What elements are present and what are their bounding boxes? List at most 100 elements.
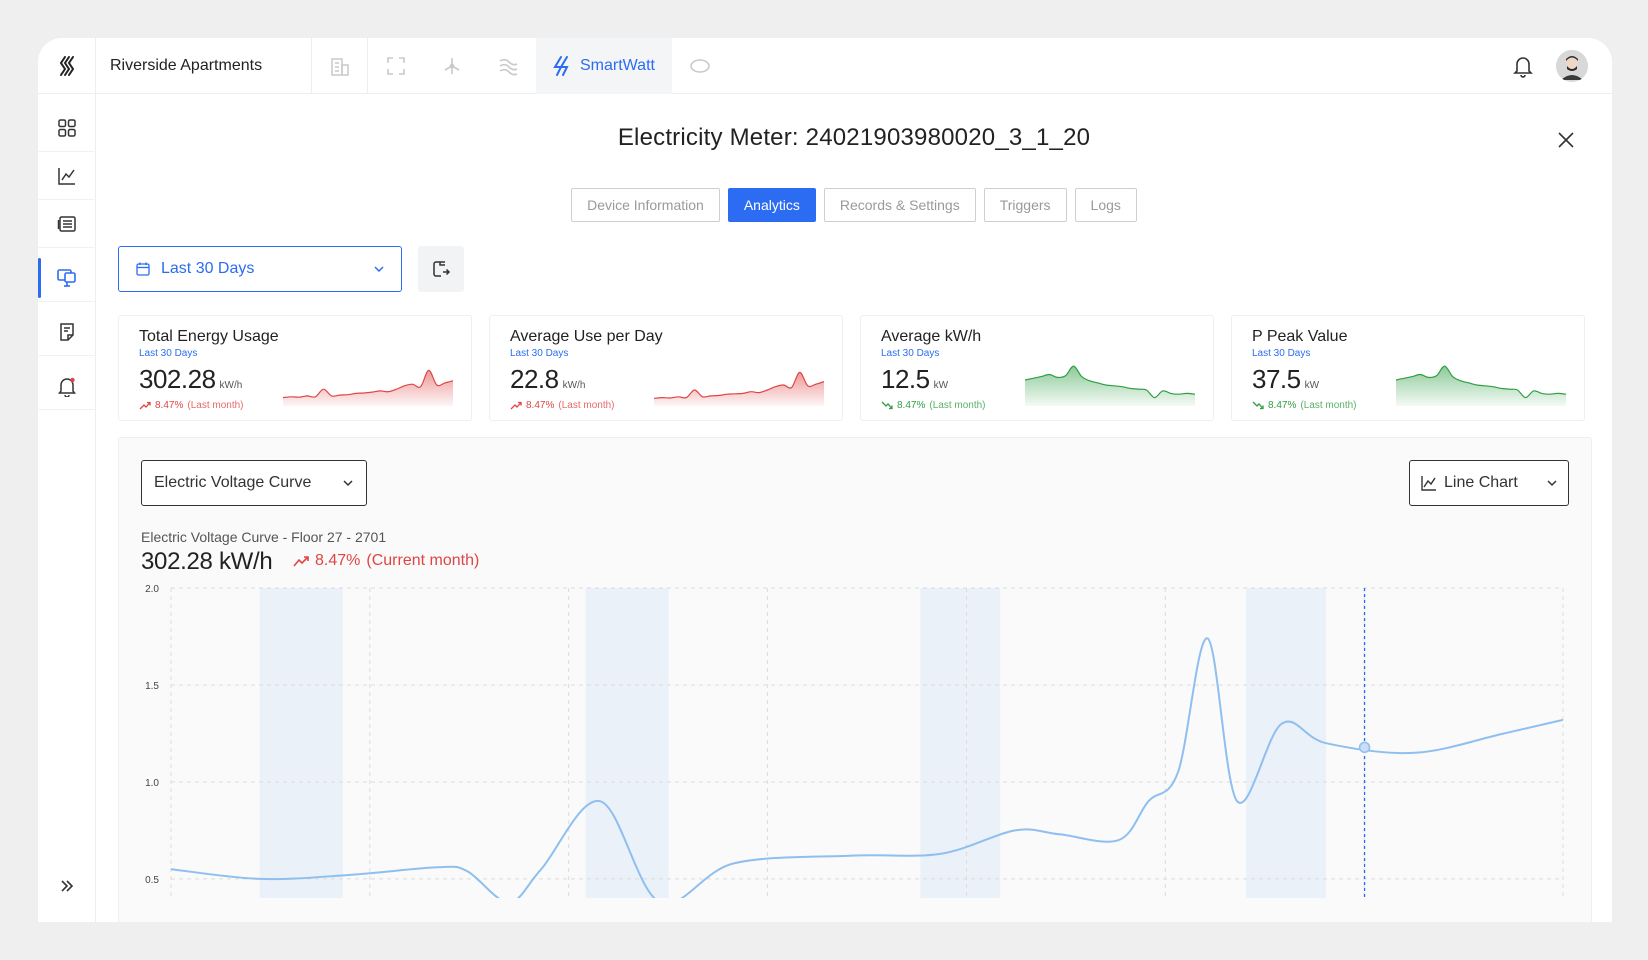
y-tick-label: 0.5: [145, 875, 159, 886]
kpi-title: Average Use per Day: [510, 328, 663, 345]
building-icon: [330, 57, 349, 76]
smartwatt-icon: [553, 55, 569, 76]
fullscreen-icon: [387, 56, 405, 75]
sidebar-item-monitor[interactable]: [38, 254, 96, 302]
highlight-band: [585, 588, 669, 898]
date-range-label: Last 30 Days: [161, 260, 255, 277]
kpi-change: 8.47% (Last month): [1252, 400, 1357, 411]
trend-up-icon: [510, 401, 522, 410]
top-right-actions: [1512, 49, 1612, 82]
main-content: Electricity Meter: 24021903980020_3_1_20…: [96, 94, 1612, 922]
note-icon: [60, 322, 74, 341]
kpi-change: 8.47% (Last month): [881, 400, 986, 411]
sidebar-item-alerts[interactable]: [38, 362, 96, 410]
double-chevron-right-icon: [61, 880, 74, 892]
fan-icon: [444, 57, 460, 74]
kpi-unit: kW: [1304, 380, 1320, 391]
sparkline-area: [654, 372, 824, 406]
kpi-subtitle: Last 30 Days: [510, 348, 569, 359]
kpi-value: 302.28 kW/h: [139, 364, 243, 394]
trend-up-icon: [139, 401, 151, 410]
kpi-value: 12.5 kW: [881, 364, 949, 394]
top-bar: Riverside Apartments SmartWatt: [38, 38, 1612, 94]
modal-tabs: Device Information Analytics Records & S…: [96, 188, 1612, 222]
sidebar-item-notes[interactable]: [38, 308, 96, 356]
calendar-icon: [136, 262, 150, 276]
tab-analytics[interactable]: Analytics: [727, 188, 816, 222]
sidebar-expand-button[interactable]: [38, 870, 96, 902]
kpi-card-average-use: Average Use per Day Last 30 Days 22.8 kW/…: [489, 315, 843, 421]
kpi-unit: kW/h: [562, 380, 586, 391]
chart-label: Electric Voltage Curve - Floor 27 - 2701: [141, 529, 387, 545]
tab-records-settings[interactable]: Records & Settings: [823, 188, 976, 222]
kpi-change: 8.47% (Last month): [510, 400, 615, 411]
sidebar-item-list[interactable]: [38, 200, 96, 248]
chart-panel: Electric Voltage Curve Line Chart Electr…: [118, 437, 1592, 922]
sidebar-item-dashboard[interactable]: [38, 104, 96, 152]
y-tick-label: 1.5: [145, 681, 159, 692]
project-name[interactable]: Riverside Apartments: [96, 38, 312, 94]
avatar-face-icon: [1556, 49, 1588, 82]
chart-value: 302.28 kW/h: [141, 548, 273, 575]
analytics-chart-icon: [58, 167, 75, 185]
close-icon: [1558, 132, 1574, 148]
kpi-title: P Peak Value: [1252, 328, 1348, 345]
app-ring[interactable]: [672, 38, 728, 94]
tab-device-information[interactable]: Device Information: [571, 188, 720, 222]
wind-icon: [499, 58, 518, 75]
hover-marker-point: [1358, 741, 1371, 754]
kpi-card-average-kwh: Average kW/h Last 30 Days 12.5 kW 8.47% (L…: [860, 315, 1214, 421]
highlight-band: [259, 588, 343, 898]
app-building[interactable]: [312, 38, 368, 94]
trend-up-icon: [293, 556, 309, 567]
kpi-title: Total Energy Usage: [139, 328, 279, 345]
kpi-value: 37.5 kW: [1252, 364, 1320, 394]
logo-icon: [59, 55, 74, 76]
alert-bell-icon: [58, 377, 76, 397]
dashboard-icon: [58, 118, 76, 137]
user-avatar[interactable]: [1556, 49, 1588, 82]
export-icon: [433, 261, 451, 277]
tab-logs[interactable]: Logs: [1074, 188, 1137, 222]
tab-triggers[interactable]: Triggers: [983, 188, 1067, 222]
app-tab-smartwatt[interactable]: SmartWatt: [536, 38, 672, 94]
app-wind[interactable]: [480, 38, 536, 94]
list-icon: [57, 215, 76, 232]
app-fan[interactable]: [424, 38, 480, 94]
kpi-sparkline: [1396, 365, 1566, 406]
trend-down-icon: [881, 401, 893, 410]
app-window: Riverside Apartments SmartWatt Electrici…: [38, 38, 1612, 922]
page-title: Electricity Meter: 24021903980020_3_1_20: [617, 124, 1091, 151]
kpi-card-peak-value: P Peak Value Last 30 Days 37.5 kW 8.47% (L…: [1231, 315, 1585, 421]
chart-type-select[interactable]: Line Chart: [1409, 460, 1569, 506]
sidebar: [38, 94, 96, 922]
app-logo[interactable]: [38, 38, 96, 94]
notification-bell-icon[interactable]: [1512, 54, 1534, 78]
kpi-sparkline: [654, 371, 824, 406]
export-button[interactable]: [418, 246, 464, 292]
sidebar-item-analytics[interactable]: [38, 152, 96, 200]
ring-icon: [690, 58, 710, 73]
kpi-sparkline: [283, 369, 453, 406]
kpi-value: 22.8 kW/h: [510, 364, 586, 394]
voltage-line-chart[interactable]: 2.0 1.5 1.0 0.5: [119, 578, 1591, 898]
kpi-subtitle: Last 30 Days: [1252, 348, 1311, 359]
chevron-down-icon: [1547, 480, 1557, 487]
kpi-subtitle: Last 30 Days: [139, 348, 198, 359]
line-chart-icon: [1421, 476, 1436, 491]
chevron-down-icon: [343, 480, 353, 487]
curve-type-label: Electric Voltage Curve: [154, 474, 312, 491]
highlight-band: [1246, 588, 1327, 898]
voltage-series-line: [170, 637, 1564, 898]
y-tick-label: 2.0: [145, 584, 159, 595]
close-button[interactable]: [1554, 128, 1578, 152]
date-range-select[interactable]: Last 30 Days: [118, 246, 402, 292]
monitor-icon: [57, 268, 76, 287]
app-fullscreen[interactable]: [368, 38, 424, 94]
kpi-unit: kW/h: [219, 380, 243, 391]
kpi-subtitle: Last 30 Days: [881, 348, 940, 359]
curve-type-select[interactable]: Electric Voltage Curve: [141, 460, 367, 506]
chevron-down-icon: [374, 266, 384, 273]
kpi-change: 8.47% (Last month): [139, 400, 244, 411]
smartwatt-label: SmartWatt: [580, 56, 655, 74]
